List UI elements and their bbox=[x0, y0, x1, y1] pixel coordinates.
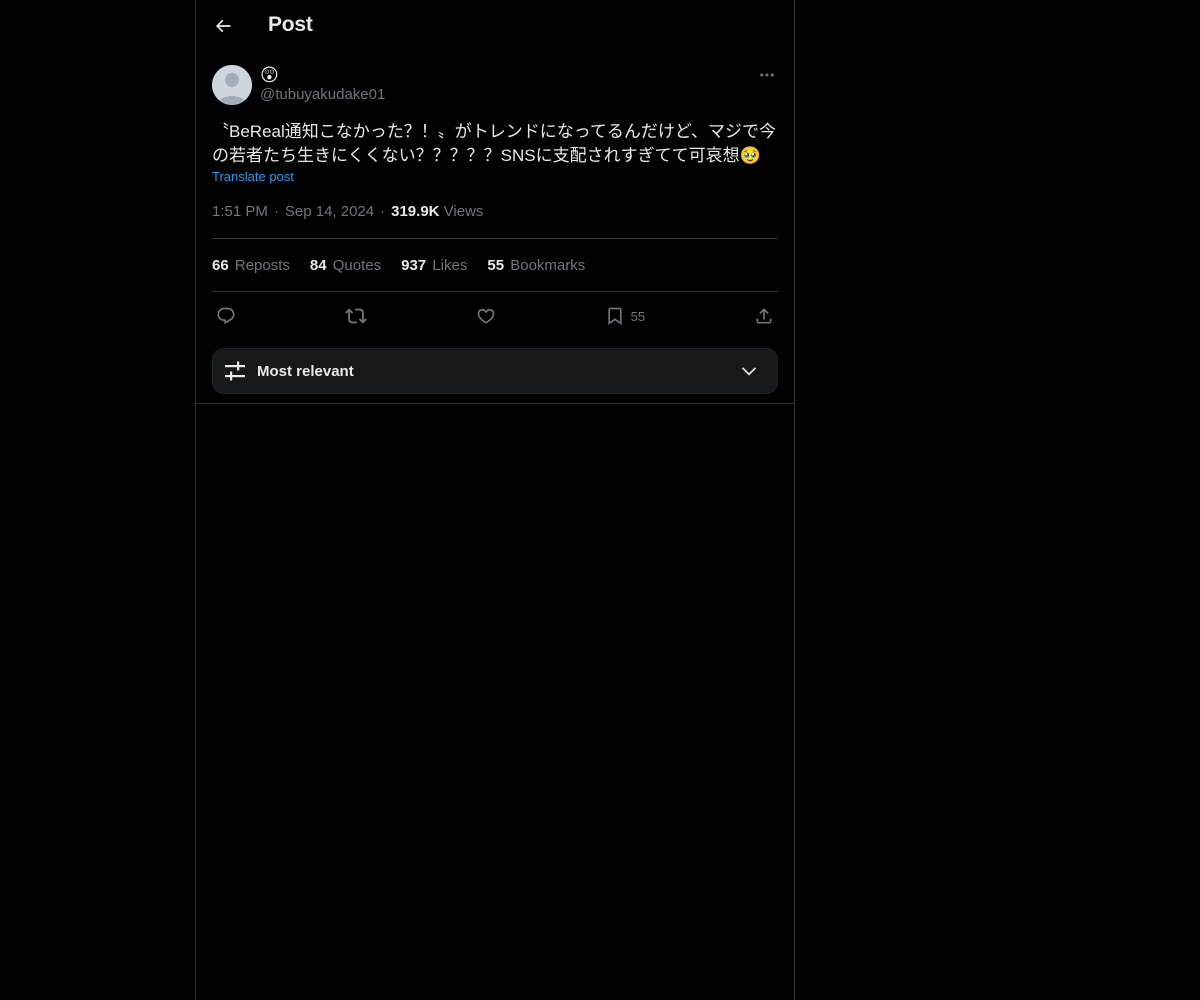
stat-reposts[interactable]: 66 Reposts bbox=[212, 257, 290, 274]
stat-count: 937 bbox=[401, 256, 427, 274]
post-stats: 66 Reposts 84 Quotes 937 Likes 55 Bookma… bbox=[212, 239, 778, 292]
chevron-down-icon bbox=[739, 361, 759, 381]
author-handle[interactable]: @tubuyakudake01 bbox=[260, 86, 385, 103]
page-header: Post bbox=[196, 0, 794, 54]
post-actions: 55 bbox=[212, 292, 778, 340]
post: 😲 @tubuyakudake01 〝BeReal通知こなかった？！〟がトレンド… bbox=[196, 64, 794, 340]
bookmark-count: 55 bbox=[630, 308, 646, 324]
stat-count: 66 bbox=[212, 256, 229, 274]
back-button[interactable] bbox=[206, 9, 240, 43]
post-text-body: 〝BeReal通知こなかった？！〟がトレンドになってるんだけど、マジで今の若者た… bbox=[212, 122, 777, 165]
repost-button[interactable] bbox=[344, 305, 367, 327]
sort-replies-dropdown[interactable]: Most relevant bbox=[212, 348, 778, 394]
bookmark-icon bbox=[605, 306, 625, 326]
stat-label: Quotes bbox=[332, 256, 382, 274]
stat-label: Bookmarks bbox=[510, 256, 586, 274]
heart-icon bbox=[476, 306, 496, 326]
post-text: 〝BeReal通知こなかった？！〟がトレンドになってるんだけど、マジで今の若者た… bbox=[212, 120, 780, 168]
reply-icon bbox=[216, 306, 236, 326]
avatar[interactable] bbox=[212, 65, 252, 105]
stat-label: Reposts bbox=[234, 256, 290, 274]
author-row: 😲 @tubuyakudake01 bbox=[212, 64, 778, 120]
author-display-name[interactable]: 😲 bbox=[260, 65, 279, 85]
section-divider bbox=[196, 403, 794, 404]
repost-icon bbox=[344, 305, 367, 327]
bookmark-button[interactable]: 55 bbox=[605, 306, 645, 326]
sliders-icon bbox=[223, 359, 247, 383]
post-text-emoji: 🥹 bbox=[739, 146, 761, 165]
post-meta: 1:51 PM · Sep 14, 2024 · 319.9K Views bbox=[212, 202, 778, 239]
stat-count: 55 bbox=[487, 256, 505, 274]
more-horizontal-icon bbox=[758, 66, 776, 84]
arrow-left-icon bbox=[213, 16, 233, 36]
stat-likes[interactable]: 937 Likes bbox=[401, 257, 467, 274]
main-column: Post 😲 @tubuyakudake01 〝BeReal通知こなかった？！〟… bbox=[195, 0, 795, 1000]
like-button[interactable] bbox=[476, 306, 496, 326]
views-count: 319.9K bbox=[391, 203, 440, 220]
post-time[interactable]: 1:51 PM bbox=[212, 203, 268, 220]
reply-button[interactable] bbox=[216, 306, 236, 326]
views-label: Views bbox=[443, 203, 484, 220]
share-icon bbox=[754, 306, 774, 326]
sort-label: Most relevant bbox=[257, 362, 354, 380]
stat-label: Likes bbox=[432, 256, 468, 274]
share-button[interactable] bbox=[754, 306, 774, 326]
stat-quotes[interactable]: 84 Quotes bbox=[310, 257, 381, 274]
page-title: Post bbox=[268, 13, 313, 36]
translate-post-link[interactable]: Translate post bbox=[212, 169, 294, 184]
meta-separator: · bbox=[273, 203, 279, 220]
post-date[interactable]: Sep 14, 2024 bbox=[285, 203, 374, 220]
stat-bookmarks[interactable]: 55 Bookmarks bbox=[487, 257, 585, 274]
more-options-button[interactable] bbox=[756, 64, 778, 86]
stat-count: 84 bbox=[309, 256, 327, 274]
meta-separator: · bbox=[380, 203, 386, 220]
